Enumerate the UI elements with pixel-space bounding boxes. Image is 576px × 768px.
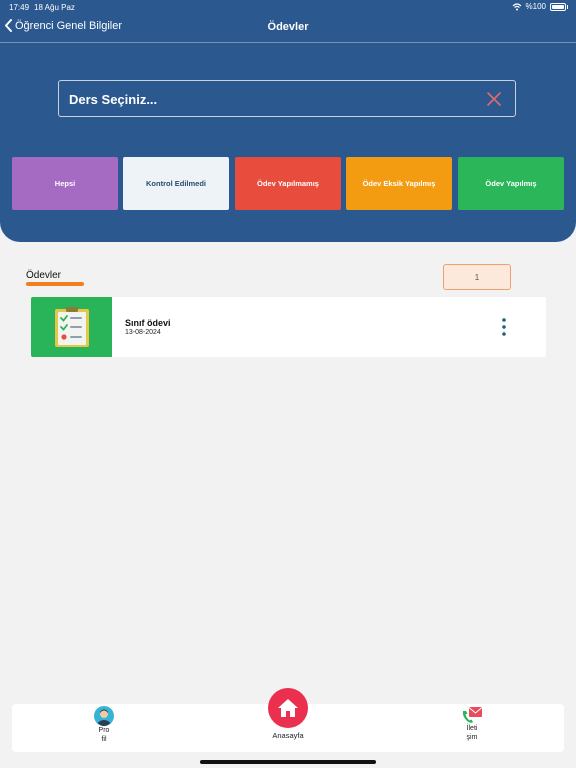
status-bar: 17:49 18 Ağu Paz %100 bbox=[0, 0, 576, 14]
more-vertical-icon bbox=[502, 318, 506, 336]
nav-bar: Öğrenci Genel Bilgiler Ödevler bbox=[0, 14, 576, 43]
battery-fill bbox=[552, 4, 564, 9]
homework-date: 13-08-2024 bbox=[125, 329, 161, 336]
tab-contact-label: İleti şim bbox=[466, 725, 478, 741]
checklist-icon bbox=[55, 307, 89, 347]
user-icon bbox=[94, 706, 114, 726]
filter-label: Kontrol Edilmedi bbox=[146, 179, 206, 188]
filter-all-button[interactable]: Hepsi bbox=[12, 157, 118, 210]
filter-label: Ödev Yapılmış bbox=[485, 179, 537, 188]
close-icon[interactable] bbox=[485, 90, 503, 108]
filter-done-button[interactable]: Ödev Yapılmış bbox=[458, 157, 564, 210]
status-right: %100 bbox=[512, 2, 568, 11]
section-underline bbox=[26, 282, 84, 286]
tab-profile[interactable]: Pro fil bbox=[92, 706, 116, 744]
section-title: Ödevler bbox=[26, 270, 62, 281]
battery-text: %100 bbox=[525, 2, 546, 11]
course-select-label: Ders Seçiniz... bbox=[69, 92, 158, 107]
page-number: 1 bbox=[474, 272, 480, 282]
phone-mail-icon bbox=[462, 707, 483, 723]
filter-not-done-button[interactable]: Ödev Yapılmamış bbox=[235, 157, 341, 210]
tab-home-label: Anasayfa bbox=[272, 731, 304, 740]
filter-incomplete-button[interactable]: Ödev Eksik Yapılmış bbox=[346, 157, 452, 210]
home-indicator bbox=[200, 760, 376, 764]
tab-home[interactable]: Anasayfa bbox=[262, 688, 314, 740]
filter-label: Hepsi bbox=[54, 179, 76, 188]
battery-icon bbox=[550, 2, 568, 11]
page-number-button[interactable]: 1 bbox=[443, 264, 511, 290]
page-title: Ödevler bbox=[267, 21, 309, 33]
homework-card[interactable]: Sınıf ödevi 13-08-2024 bbox=[31, 297, 546, 357]
home-icon bbox=[278, 699, 298, 717]
home-button[interactable] bbox=[268, 688, 308, 728]
header: 17:49 18 Ağu Paz %100 Öğrenci Genel Bilg… bbox=[0, 0, 576, 242]
homework-thumbnail bbox=[31, 297, 112, 357]
tab-profile-label: Pro fil bbox=[98, 727, 110, 743]
filter-unchecked-button[interactable]: Kontrol Edilmedi bbox=[123, 157, 229, 210]
wifi-icon bbox=[512, 2, 521, 10]
tab-contact[interactable]: İleti şim bbox=[460, 706, 484, 742]
course-select[interactable]: Ders Seçiniz... bbox=[58, 80, 516, 117]
filter-label: Ödev Yapılmamış bbox=[257, 179, 319, 188]
more-options-button[interactable] bbox=[497, 315, 511, 339]
homework-title: Sınıf ödevi bbox=[125, 318, 171, 328]
bottom-tab-bar: Pro fil Anasayfa İleti şim bbox=[12, 688, 564, 752]
status-time: 17:49 bbox=[9, 3, 30, 12]
filter-label: Ödev Eksik Yapılmış bbox=[362, 179, 436, 188]
status-date: 18 Ağu Paz bbox=[34, 3, 75, 12]
